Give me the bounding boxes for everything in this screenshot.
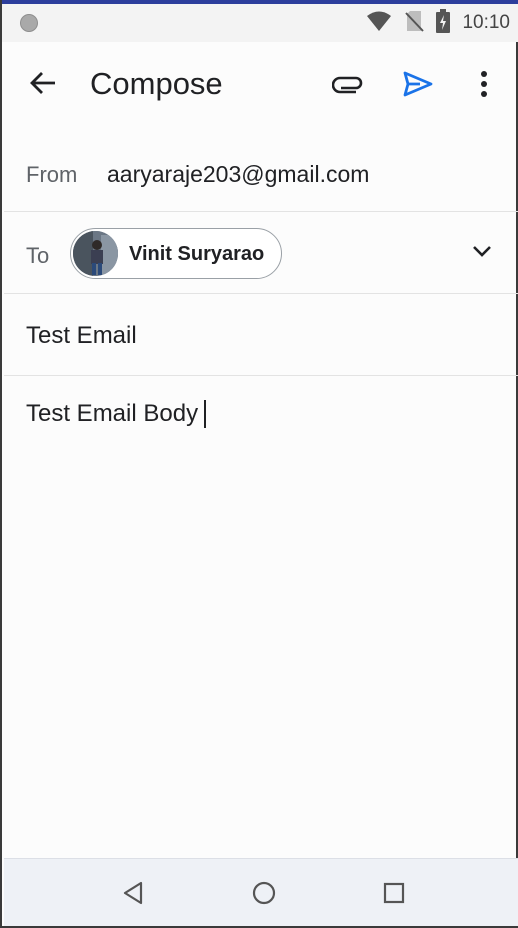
navigation-bar [4,858,518,926]
chevron-down-icon [472,244,492,263]
body-text: Test Email Body [26,400,199,427]
battery-charging-icon [436,8,451,38]
back-arrow-icon [29,70,57,101]
nav-recents-button[interactable] [380,879,408,907]
nav-recents-icon [380,882,408,911]
no-sim-icon [404,10,425,37]
to-label: To [26,243,50,268]
body-field[interactable]: Test Email Body [26,400,207,428]
app-bar: Compose [2,42,518,130]
avatar [73,231,118,276]
from-row: From aaryaraje203@gmail.com [4,132,518,212]
wifi-icon [366,10,392,37]
more-vert-icon [480,70,488,103]
from-label: From [26,162,78,187]
more-options-button[interactable] [470,68,498,104]
to-row: To Vinit Suryarao [4,212,518,294]
text-cursor [204,400,207,428]
expand-recipients-button[interactable] [466,240,498,266]
recipient-chip[interactable]: Vinit Suryarao [70,228,282,279]
nav-home-icon [250,881,278,911]
attach-button[interactable] [330,68,366,104]
attachment-icon [331,74,364,99]
status-icons: 10:10 [366,8,510,38]
subject-row[interactable]: Test Email [4,294,518,376]
send-button[interactable] [400,68,436,104]
from-address[interactable]: aaryaraje203@gmail.com [107,161,369,188]
device-frame: 10:10 Compose From aaryaraje203@gmail.co… [0,0,518,928]
recipient-name: Vinit Suryarao [129,243,265,265]
nav-back-button[interactable] [120,879,148,907]
back-button[interactable] [26,68,60,102]
nav-back-icon [120,881,148,911]
send-icon [402,70,434,103]
nav-home-button[interactable] [250,879,278,907]
notification-dot-icon [20,14,38,32]
subject-field[interactable]: Test Email [26,322,137,350]
status-bar: 10:10 [2,4,518,42]
page-title: Compose [90,66,223,101]
status-time: 10:10 [462,12,510,33]
